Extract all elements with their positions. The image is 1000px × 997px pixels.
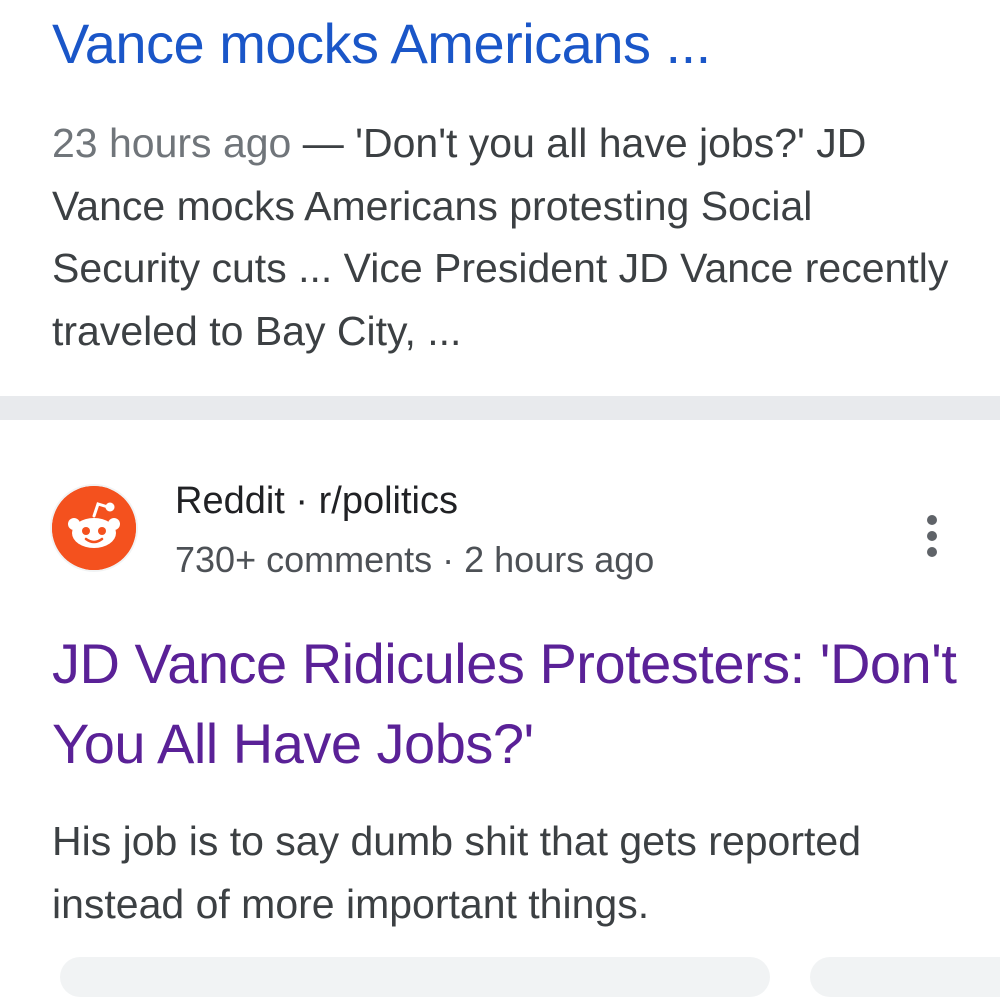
result-divider bbox=[0, 396, 1000, 420]
related-chip[interactable] bbox=[810, 957, 1000, 997]
related-chip[interactable] bbox=[60, 957, 770, 997]
reddit-logo-icon[interactable] bbox=[52, 486, 136, 570]
result-snippet: His job is to say dumb shit that gets re… bbox=[52, 818, 862, 927]
result-snippet: 23 hours ago — 'Don't you all have jobs?… bbox=[52, 112, 952, 362]
result-title-link[interactable]: JD Vance Ridicules Protesters: 'Don't Yo… bbox=[52, 624, 972, 784]
result-title-link[interactable]: Vance mocks Americans ... bbox=[52, 10, 711, 78]
result-date: 23 hours ago bbox=[52, 120, 292, 166]
more-vert-icon-dot-2 bbox=[927, 531, 937, 541]
more-options-button[interactable] bbox=[910, 508, 954, 564]
date-separator: — bbox=[291, 120, 356, 166]
search-result-card-2: Reddit · r/politics 730+ comments · 2 ho… bbox=[0, 420, 1000, 997]
more-vert-icon-dot-3 bbox=[927, 547, 937, 557]
more-vert-icon bbox=[927, 515, 937, 525]
source-meta: 730+ comments · 2 hours ago bbox=[175, 539, 655, 580]
search-result-card-1: Vance mocks Americans ... 23 hours ago —… bbox=[0, 0, 1000, 396]
source-name[interactable]: Reddit · r/politics bbox=[175, 478, 458, 524]
